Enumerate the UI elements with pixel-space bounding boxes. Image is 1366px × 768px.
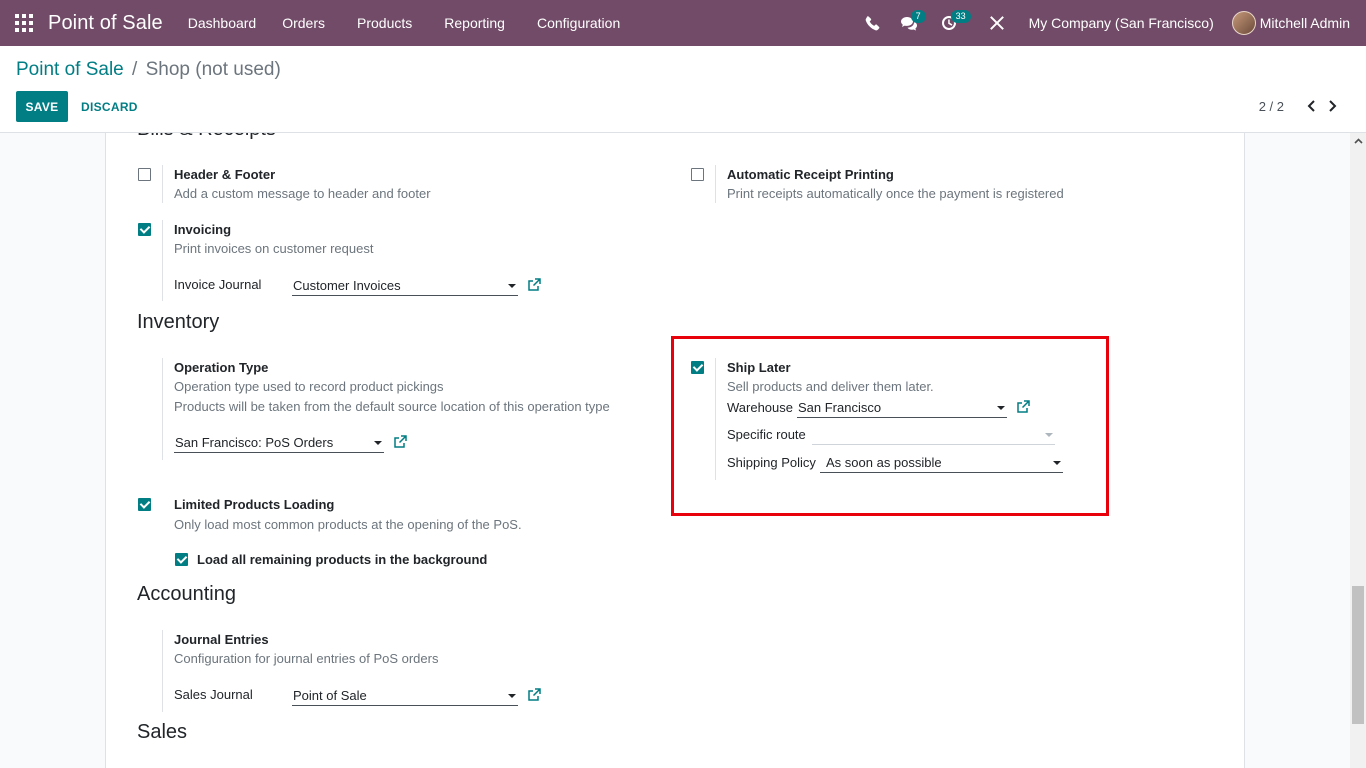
section-inventory: Inventory <box>137 311 220 333</box>
warehouse-label: Warehouse <box>727 400 793 415</box>
company-switcher[interactable]: My Company (San Francisco) <box>1015 15 1232 31</box>
auto-receipt-title: Automatic Receipt Printing <box>727 167 894 182</box>
activities-badge: 33 <box>950 10 971 23</box>
apps-menu-icon[interactable] <box>0 0 48 46</box>
messages-icon[interactable]: 7 <box>891 0 927 46</box>
header-footer-desc: Add a custom message to header and foote… <box>174 186 431 201</box>
divider <box>162 358 163 460</box>
operation-type-value: San Francisco: PoS Orders <box>175 435 334 450</box>
menu-products[interactable]: Products <box>338 0 431 46</box>
form-content: Bills & Receipts Header & Footer Add a c… <box>0 133 1366 768</box>
divider <box>162 630 163 712</box>
scroll-up-icon[interactable] <box>1350 133 1366 149</box>
breadcrumb: Point of Sale / Shop (not used) <box>16 59 281 81</box>
invoicing-title: Invoicing <box>174 222 232 237</box>
chevron-down-icon <box>1045 433 1053 437</box>
auto-receipt-checkbox[interactable] <box>691 168 704 181</box>
pager-value[interactable]: 2 / 2 <box>1259 99 1284 114</box>
sales-journal-value: Point of Sale <box>293 688 367 703</box>
ship-later-desc: Sell products and deliver them later. <box>727 379 934 394</box>
messages-badge: 7 <box>910 10 926 23</box>
avatar <box>1231 11 1256 35</box>
operation-type-title: Operation Type <box>174 360 269 375</box>
debug-tools-icon[interactable] <box>979 0 1015 46</box>
save-button[interactable]: SAVE <box>16 91 68 122</box>
control-panel: Point of Sale / Shop (not used) SAVE DIS… <box>0 46 1366 133</box>
invoice-journal-select[interactable]: Customer Invoices <box>292 276 518 296</box>
breadcrumb-separator: / <box>132 59 138 80</box>
menu-dashboard[interactable]: Dashboard <box>175 0 270 46</box>
invoicing-desc: Print invoices on customer request <box>174 241 374 256</box>
external-link-icon[interactable] <box>527 278 541 292</box>
menu-configuration[interactable]: Configuration <box>518 0 633 46</box>
pager-next-icon[interactable] <box>1322 96 1344 116</box>
breadcrumb-current: Shop (not used) <box>145 59 281 80</box>
sales-journal-select[interactable]: Point of Sale <box>292 686 518 706</box>
divider <box>715 165 716 203</box>
vertical-scrollbar[interactable] <box>1350 133 1366 768</box>
shipping-policy-select[interactable]: As soon as possible <box>820 453 1063 473</box>
chevron-down-icon <box>508 284 516 288</box>
discard-button[interactable]: DISCARD <box>81 91 138 122</box>
divider <box>715 358 716 480</box>
invoice-journal-value: Customer Invoices <box>293 278 401 293</box>
limited-products-checkbox[interactable] <box>138 498 151 511</box>
operation-type-desc: Operation type used to record product pi… <box>174 379 444 394</box>
invoice-journal-label: Invoice Journal <box>174 277 262 292</box>
section-bills-receipts: Bills & Receipts <box>137 133 276 141</box>
auto-receipt-desc: Print receipts automatically once the pa… <box>727 186 1064 201</box>
top-navbar: Point of Sale Dashboard Orders Products … <box>0 0 1366 46</box>
activities-icon[interactable]: 33 <box>931 0 971 46</box>
divider <box>162 165 163 203</box>
phone-icon[interactable] <box>855 0 891 46</box>
scrollbar-thumb[interactable] <box>1352 586 1364 724</box>
shipping-policy-value: As soon as possible <box>826 455 942 470</box>
chevron-down-icon <box>508 694 516 698</box>
limited-products-title: Limited Products Loading <box>174 497 335 512</box>
limited-products-desc: Only load most common products at the op… <box>174 517 522 532</box>
app-brand[interactable]: Point of Sale <box>48 12 163 35</box>
external-link-icon[interactable] <box>1016 400 1030 414</box>
external-link-icon[interactable] <box>393 435 407 449</box>
operation-type-select[interactable]: San Francisco: PoS Orders <box>174 433 384 453</box>
breadcrumb-parent-link[interactable]: Point of Sale <box>16 59 124 80</box>
menu-orders[interactable]: Orders <box>269 0 338 46</box>
chevron-down-icon <box>997 406 1005 410</box>
load-remaining-checkbox[interactable] <box>175 553 188 566</box>
menu-reporting[interactable]: Reporting <box>431 0 518 46</box>
journal-entries-desc: Configuration for journal entries of PoS… <box>174 651 439 666</box>
section-sales: Sales <box>137 721 188 743</box>
header-footer-checkbox[interactable] <box>138 168 151 181</box>
chevron-down-icon <box>374 441 382 445</box>
ship-later-title: Ship Later <box>727 360 791 375</box>
ship-later-checkbox[interactable] <box>691 361 704 374</box>
operation-type-desc-2: Products will be taken from the default … <box>174 399 610 414</box>
warehouse-value: San Francisco <box>798 400 882 415</box>
user-name: Mitchell Admin <box>1259 15 1350 31</box>
user-menu[interactable]: Mitchell Admin <box>1231 11 1366 35</box>
invoicing-checkbox[interactable] <box>138 223 151 236</box>
chevron-down-icon <box>1053 461 1061 465</box>
specific-route-select[interactable] <box>812 425 1055 445</box>
divider <box>162 220 163 301</box>
external-link-icon[interactable] <box>527 688 541 702</box>
pager-previous-icon[interactable] <box>1300 96 1322 116</box>
load-remaining-label: Load all remaining products in the backg… <box>197 552 488 567</box>
sales-journal-label: Sales Journal <box>174 687 253 702</box>
shipping-policy-label: Shipping Policy <box>727 455 816 470</box>
pager: 2 / 2 <box>1259 96 1344 116</box>
header-footer-title: Header & Footer <box>174 167 276 182</box>
journal-entries-title: Journal Entries <box>174 632 269 647</box>
section-accounting: Accounting <box>137 583 236 605</box>
specific-route-label: Specific route <box>727 427 806 442</box>
warehouse-select[interactable]: San Francisco <box>797 398 1007 418</box>
